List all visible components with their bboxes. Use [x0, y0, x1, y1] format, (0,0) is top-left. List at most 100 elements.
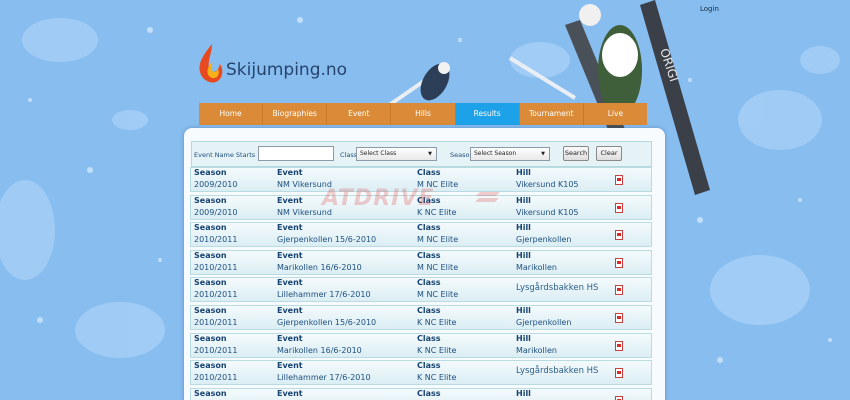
class-header: Class [417, 250, 441, 260]
pdf-icon[interactable] [615, 340, 623, 351]
result-row[interactable]: SeasonEventMarikollen 4-5/9-2010ClassHil… [190, 387, 652, 400]
season-select[interactable]: Select Season ▼ [470, 147, 550, 161]
hill-header: Hill [516, 388, 531, 398]
season-value: 2010/2011 [194, 345, 238, 355]
season-header: Season [194, 361, 227, 371]
result-row[interactable]: Season 2010/2011 Event Gjerpenkollen 15/6-2… [190, 304, 652, 330]
main-nav: Home Biographies Event Hills Results Tou… [199, 103, 647, 125]
event-header: Event [277, 168, 303, 177]
hill-header: Hill [516, 168, 531, 177]
event-header: Event [277, 250, 303, 260]
watermark-text: ATDRIVE [322, 186, 435, 211]
event-name-input[interactable] [258, 146, 334, 161]
nav-item-biographies[interactable]: Biographies [263, 103, 328, 125]
pdf-icon[interactable] [615, 175, 623, 185]
nav-item-live[interactable]: Live [584, 103, 647, 125]
result-row[interactable]: Season 2010/2011 Event Marikollen 16/6-2010… [190, 249, 652, 275]
clear-button[interactable]: Clear [596, 146, 622, 161]
pdf-icon[interactable] [615, 368, 623, 379]
season-value: 2010/2011 [194, 290, 238, 300]
season-value: 2009/2010 [194, 180, 238, 189]
event-header: Event [277, 305, 303, 315]
class-value: K NC Elite [417, 345, 457, 355]
class-label: Class [340, 151, 358, 159]
search-button[interactable]: Search [563, 146, 589, 161]
chevron-down-icon: ▼ [541, 151, 545, 157]
hill-header: Hill [516, 195, 531, 205]
class-value: M NC Elite [417, 235, 459, 245]
chevron-down-icon: ▼ [428, 151, 432, 157]
hill-header: Hill [516, 305, 531, 315]
class-header: Class [417, 361, 441, 371]
hill-value: Marikollen [516, 345, 557, 355]
hill-value: Gjerpenkollen [516, 317, 572, 327]
event-header: Event [277, 388, 303, 398]
season-value: 2010/2011 [194, 317, 238, 327]
season-header: Season [194, 223, 227, 233]
hill-value: Vikersund K105 [516, 180, 579, 189]
nav-item-tournament[interactable]: Tournament [520, 103, 584, 125]
event-value: Marikollen 16/6-2010 [277, 262, 362, 272]
hill-header: Hill [516, 223, 531, 233]
pdf-icon[interactable] [615, 312, 623, 323]
class-header: Class [417, 223, 441, 233]
season-header: Season [194, 195, 227, 205]
event-value: Gjerpenkollen 15/6-2010 [277, 317, 377, 327]
logo-text: Skijumping.no [226, 60, 348, 80]
result-row[interactable]: Season 2010/2011 Event Gjerpenkollen 15/6-2… [190, 222, 652, 248]
watermark-stripes-icon [475, 192, 500, 202]
pdf-icon[interactable] [615, 230, 623, 241]
hill-value: Marikollen [516, 262, 557, 272]
season-header: Season [194, 168, 227, 177]
hill-value: Lysgårdsbakken HS [516, 366, 599, 377]
season-header: Season [194, 278, 227, 288]
result-row[interactable]: Season 2010/2011 Event Marikollen 16/6-2010… [190, 332, 652, 358]
nav-item-results[interactable]: Results [455, 103, 520, 125]
nav-item-event[interactable]: Event [327, 103, 392, 125]
season-header: Season [194, 250, 227, 260]
hill-value: Gjerpenkollen [516, 235, 572, 245]
class-header: Class [417, 168, 441, 177]
class-value: M NC Elite [417, 290, 459, 300]
season-value: 2009/2010 [194, 207, 238, 217]
filter-bar: Event Name Starts Class Select Class ▼ S… [191, 141, 652, 167]
class-value: K NC Elite [417, 317, 457, 327]
event-header: Event [277, 278, 303, 288]
hill-header: Hill [516, 250, 531, 260]
season-value: 2010/2011 [194, 262, 238, 272]
pdf-icon[interactable] [615, 395, 623, 400]
pdf-icon[interactable] [615, 257, 623, 268]
login-link[interactable]: Login [700, 5, 719, 13]
event-header: Event [277, 195, 303, 205]
flame-icon [199, 44, 223, 83]
pdf-icon[interactable] [615, 202, 623, 213]
class-header: Class [417, 388, 441, 398]
class-header: Class [417, 305, 441, 315]
pdf-icon[interactable] [615, 285, 623, 296]
class-header: Class [417, 278, 441, 288]
season-value: 2010/2011 [194, 373, 238, 383]
event-header: Event [277, 223, 303, 233]
event-header: Event [277, 361, 303, 371]
season-header: Season [194, 305, 227, 315]
result-row[interactable]: Season 2010/2011 Event Lillehammer 17/6-201… [190, 277, 652, 303]
class-select[interactable]: Select Class ▼ [356, 147, 437, 161]
season-header: Season [194, 388, 227, 398]
event-value: Gjerpenkollen 15/6-2010 [277, 235, 377, 245]
event-header: Event [277, 333, 303, 343]
class-value: M NC Elite [417, 262, 459, 272]
class-select-value: Select Class [360, 150, 397, 157]
event-value: Marikollen 16/6-2010 [277, 345, 362, 355]
hill-value: Lysgårdsbakken HS [516, 283, 599, 294]
season-header: Season [194, 333, 227, 343]
season-select-value: Select Season [474, 150, 517, 157]
event-name-label: Event Name Starts [194, 151, 256, 159]
hill-value: Vikersund K105 [516, 207, 579, 217]
event-value: Lillehammer 17/6-2010 [277, 373, 371, 383]
nav-item-hills[interactable]: Hills [391, 103, 456, 125]
site-logo[interactable]: Skijumping.no [196, 42, 366, 86]
class-value: K NC Elite [417, 373, 457, 383]
class-header: Class [417, 333, 441, 343]
nav-item-home[interactable]: Home [199, 103, 264, 125]
result-row[interactable]: Season 2010/2011 Event Lillehammer 17/6-201… [190, 360, 652, 386]
